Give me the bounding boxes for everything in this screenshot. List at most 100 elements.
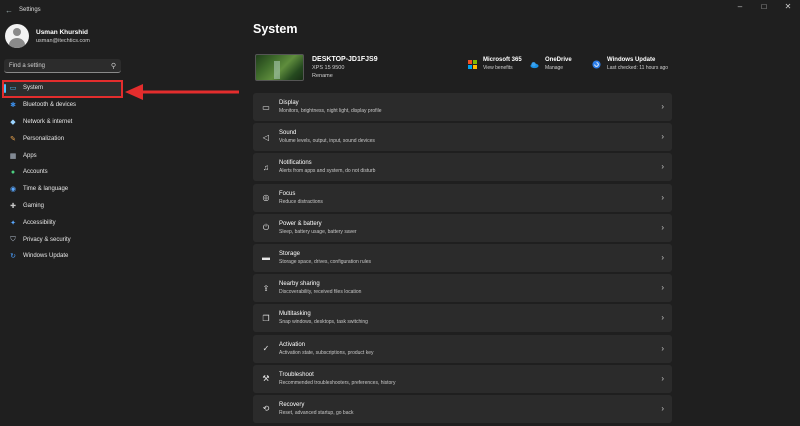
- sidebar-item-gaming[interactable]: ✚ Gaming: [4, 198, 121, 215]
- sidebar-nav: ▭ System ✱ Bluetooth & devices ◆ Network…: [4, 80, 121, 265]
- search-input[interactable]: Find a setting ⚲: [4, 59, 121, 73]
- card-title: Activation: [279, 341, 306, 348]
- sidebar-item-personalization[interactable]: ✎ Personalization: [4, 130, 121, 147]
- quick-link-subtitle: Manage: [545, 65, 564, 71]
- card-subtitle: Reduce distractions: [279, 198, 323, 205]
- sidebar-item-label: Gaming: [23, 202, 45, 209]
- quick-link-microsoft365[interactable]: Microsoft 365 View benefits: [468, 57, 522, 71]
- card-nearby-sharing[interactable]: ⇪ Nearby sharing Discoverability, receive…: [253, 274, 672, 303]
- apps-icon: ▦: [9, 152, 17, 160]
- wifi-icon: ◆: [10, 118, 16, 126]
- card-title: Nearby sharing: [279, 281, 320, 288]
- sidebar-item-apps[interactable]: ▦ Apps: [4, 147, 121, 164]
- chevron-right-icon: ›: [661, 132, 664, 142]
- storage-icon: ▬: [262, 253, 270, 263]
- chevron-right-icon: ›: [661, 222, 664, 232]
- chevron-right-icon: ›: [661, 102, 664, 111]
- avatar[interactable]: [5, 24, 29, 48]
- chevron-right-icon: ›: [661, 373, 664, 383]
- rename-link[interactable]: Rename: [312, 73, 378, 79]
- speaker-icon: ◁: [262, 132, 270, 142]
- card-title: Multitasking: [279, 311, 311, 318]
- wrench-icon: ⚒: [262, 374, 270, 384]
- card-troubleshoot[interactable]: ⚒ Troubleshoot Recommended troubleshooter…: [253, 364, 672, 393]
- card-subtitle: Recommended troubleshooters, preferences…: [279, 379, 396, 386]
- bell-icon: ♫: [263, 162, 269, 172]
- sidebar-item-label: Network & internet: [23, 118, 73, 125]
- person-icon: ●: [10, 168, 16, 176]
- globe-clock-icon: ◉: [9, 186, 17, 194]
- chevron-right-icon: ›: [661, 252, 664, 262]
- sidebar-item-label: Privacy & security: [23, 236, 71, 243]
- microsoft-logo-icon: [468, 60, 477, 69]
- sidebar-item-network[interactable]: ◆ Network & internet: [4, 114, 121, 131]
- card-title: Display: [279, 100, 299, 106]
- annotation-arrow-icon: [125, 84, 239, 100]
- wallpaper-thumbnail[interactable]: [255, 54, 304, 81]
- card-title: Recovery: [279, 401, 305, 408]
- quick-link-windows-update[interactable]: Windows Update Last checked: 11 hours ag…: [592, 57, 668, 71]
- card-subtitle: Storage space, drives, configuration rul…: [279, 258, 371, 265]
- card-notifications[interactable]: ♫ Notifications Alerts from apps and syst…: [253, 153, 672, 182]
- sidebar-item-windows-update[interactable]: ↻ Windows Update: [4, 248, 121, 265]
- device-info: DESKTOP-JD1FJS9 XPS 15 9500 Rename: [255, 54, 378, 81]
- card-title: Focus: [279, 190, 296, 197]
- user-name: Usman Khurshid: [36, 28, 89, 36]
- minimize-button[interactable]: –: [728, 0, 752, 16]
- sidebar-item-label: Time & language: [23, 186, 69, 193]
- chevron-right-icon: ›: [661, 343, 664, 353]
- update-icon: ↻: [10, 253, 16, 261]
- close-button[interactable]: ✕: [776, 0, 800, 16]
- device-model: XPS 15 9500: [312, 65, 345, 71]
- sidebar-item-label: Apps: [23, 152, 37, 159]
- card-display[interactable]: ▭ Display Monitors, brightness, night lig…: [253, 93, 672, 121]
- search-placeholder: Find a setting: [9, 62, 46, 69]
- recovery-icon: ⟲: [262, 404, 270, 414]
- sidebar-item-label: Accessibility: [23, 219, 56, 226]
- sidebar-item-accessibility[interactable]: ✦ Accessibility: [4, 214, 121, 231]
- card-title: Troubleshoot: [279, 371, 314, 378]
- card-multitasking[interactable]: ❐ Multitasking Snap windows, desktops, ta…: [253, 304, 672, 333]
- bluetooth-icon: ✱: [10, 102, 16, 110]
- chevron-right-icon: ›: [661, 403, 664, 413]
- card-subtitle: Volume levels, output, input, sound devi…: [279, 138, 375, 145]
- card-power-battery[interactable]: ⏻ Power & battery Sleep, battery usage, b…: [253, 213, 672, 242]
- cloud-icon: [530, 62, 539, 69]
- search-icon: ⚲: [110, 62, 116, 70]
- sidebar-item-label: Bluetooth & devices: [23, 102, 77, 109]
- multitask-icon: ❐: [262, 313, 270, 323]
- card-sound[interactable]: ◁ Sound Volume levels, output, input, sou…: [253, 123, 672, 152]
- quick-link-onedrive[interactable]: OneDrive Manage: [530, 57, 572, 71]
- quick-link-subtitle: View benefits: [483, 65, 513, 71]
- card-recovery[interactable]: ⟲ Recovery Reset, advanced startup, go ba…: [253, 394, 672, 423]
- sidebar-item-label: Windows Update: [23, 253, 69, 260]
- update-icon: [592, 60, 601, 69]
- chevron-right-icon: ›: [661, 192, 664, 202]
- page-title: System: [253, 22, 298, 36]
- shield-icon: ⛉: [10, 235, 16, 243]
- card-title: Notifications: [279, 160, 312, 167]
- card-subtitle: Reset, advanced startup, go back: [279, 409, 354, 416]
- card-title: Storage: [279, 250, 301, 257]
- card-subtitle: Discoverability, received files location: [279, 289, 362, 296]
- sidebar-item-privacy[interactable]: ⛉ Privacy & security: [4, 231, 121, 248]
- focus-icon: ◎: [262, 193, 270, 203]
- card-storage[interactable]: ▬ Storage Storage space, drives, configur…: [253, 243, 672, 272]
- card-title: Sound: [279, 130, 297, 137]
- card-subtitle: Snap windows, desktops, task switching: [279, 319, 368, 326]
- chevron-right-icon: ›: [661, 313, 664, 323]
- gamepad-icon: ✚: [10, 202, 16, 210]
- user-profile[interactable]: Usman Khurshid usman@itechtics.com: [5, 24, 90, 48]
- sidebar-item-label: Accounts: [23, 169, 48, 176]
- card-focus[interactable]: ◎ Focus Reduce distractions ›: [253, 183, 672, 212]
- chevron-right-icon: ›: [661, 162, 664, 172]
- maximize-button[interactable]: □: [752, 0, 776, 16]
- back-arrow-icon[interactable]: ←: [5, 6, 15, 15]
- sidebar-item-time-language[interactable]: ◉ Time & language: [4, 181, 121, 198]
- quick-link-title: Windows Update: [607, 57, 656, 63]
- card-subtitle: Monitors, brightness, night light, displ…: [279, 108, 382, 114]
- sidebar-item-bluetooth[interactable]: ✱ Bluetooth & devices: [4, 97, 121, 114]
- sidebar-item-label: Personalization: [23, 135, 65, 142]
- sidebar-item-accounts[interactable]: ● Accounts: [4, 164, 121, 181]
- card-activation[interactable]: ✓ Activation Activation state, subscripti…: [253, 334, 672, 363]
